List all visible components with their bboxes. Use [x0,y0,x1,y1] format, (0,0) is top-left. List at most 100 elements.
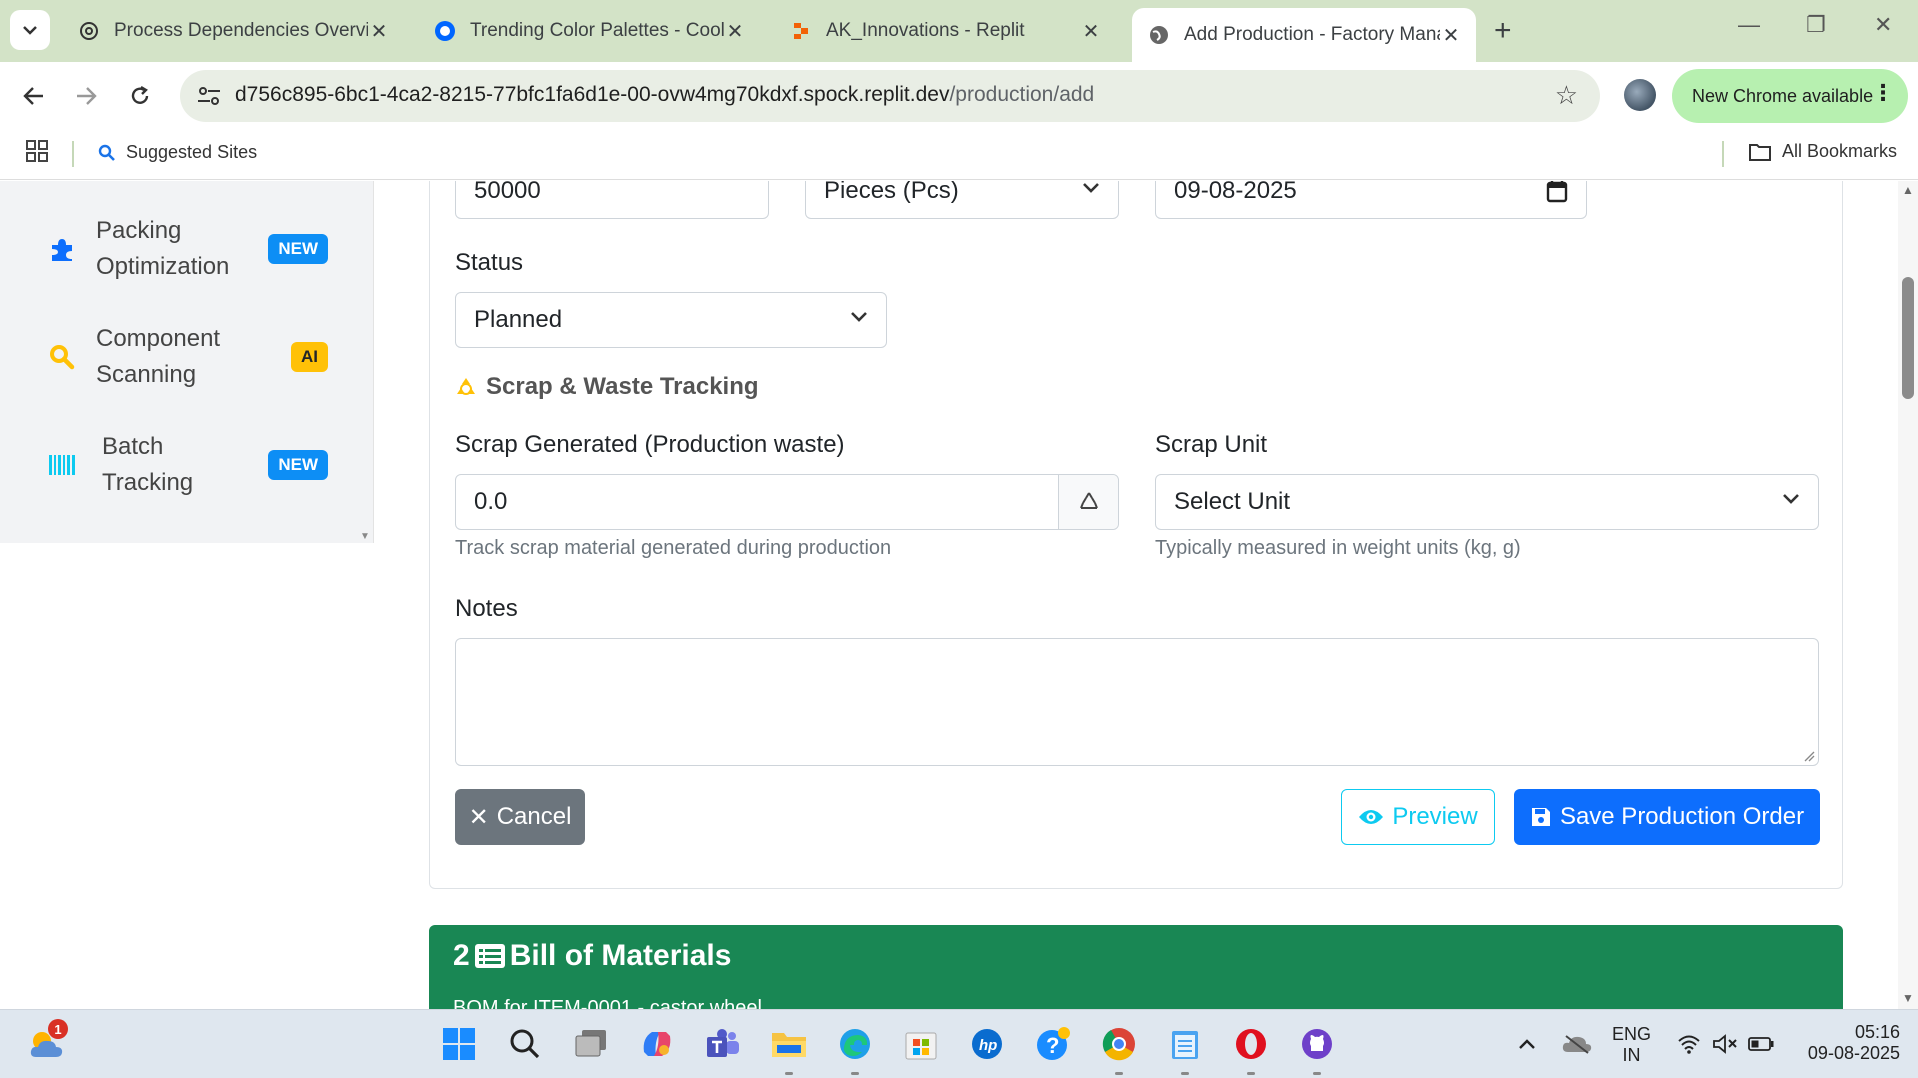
running-indicator [1181,1072,1189,1075]
running-indicator [1115,1072,1123,1075]
hp-icon[interactable]: hp [968,1025,1006,1063]
tab-replit[interactable]: AK_Innovations - Replit ✕ [774,8,1116,54]
bookmark-star-icon[interactable]: ☆ [1555,80,1578,111]
sidebar-scroll-down-icon[interactable]: ▼ [360,531,370,542]
notes-textarea[interactable] [455,638,1819,766]
site-settings-icon[interactable] [196,84,222,108]
teams-icon[interactable] [704,1025,742,1063]
chevron-up-icon[interactable] [1508,1025,1546,1063]
reload-button[interactable] [120,76,160,116]
cancel-button[interactable]: ✕ Cancel [455,789,585,845]
wifi-icon[interactable] [1670,1025,1708,1063]
copilot-icon[interactable] [638,1025,676,1063]
onedrive-icon[interactable] [1558,1025,1596,1063]
chevron-down-icon [1083,183,1099,193]
date-value: 09-08-2025 [1174,181,1297,204]
search-icon[interactable] [506,1025,544,1063]
bom-subtitle: BOM for ITEM-0001 - castor wheel [453,997,762,1009]
tab-title: Trending Color Palettes - Coolors [470,20,724,41]
opera-icon[interactable] [1232,1025,1270,1063]
all-bookmarks-button[interactable]: All Bookmarks [1748,141,1897,162]
forward-button[interactable] [66,76,106,116]
search-icon [48,343,84,371]
github-icon[interactable] [1298,1025,1336,1063]
tab-search-button[interactable] [10,10,50,50]
close-icon[interactable]: ✕ [1080,19,1102,44]
divider [72,141,74,167]
clock-time: 05:16 [1854,1022,1900,1042]
calendar-icon[interactable] [1546,181,1568,203]
scrap-unit-label: Scrap Unit [1155,431,1268,458]
chevron-down-icon [23,26,37,35]
sidebar-item-label: Component [96,325,221,352]
scrollbar-thumb[interactable] [1902,277,1914,399]
resize-handle-icon[interactable] [1803,750,1815,762]
page-scrollbar[interactable]: ▲ ▼ [1898,181,1918,1009]
all-bookmarks-label: All Bookmarks [1782,141,1898,161]
close-window-button[interactable]: ✕ [1874,12,1892,38]
minimize-button[interactable]: — [1738,12,1760,38]
back-button[interactable] [14,76,54,116]
close-icon[interactable]: ✕ [1440,23,1462,48]
task-view-icon[interactable] [572,1025,610,1063]
folder-icon [1749,143,1771,161]
system-clock[interactable]: 05:16 09-08-2025 [1790,1022,1900,1064]
chrome-update-button[interactable]: New Chrome available ⋮ [1672,69,1908,123]
sidebar-item-label: Batch [102,433,164,460]
save-production-order-button[interactable]: Save Production Order [1514,789,1820,845]
profile-avatar[interactable] [1624,79,1656,111]
volume-muted-icon[interactable] [1706,1025,1744,1063]
preview-button[interactable]: Preview [1341,789,1495,845]
sidebar-item-packing-optimization[interactable]: Packing Optimization NEW [48,209,328,289]
more-menu-icon[interactable]: ⋮ [1872,80,1894,106]
tab-title: Add Production - Factory Management [1184,24,1440,45]
apps-grid-icon[interactable] [26,140,48,167]
bom-title-label: Bill of Materials [509,939,732,972]
close-icon[interactable]: ✕ [368,19,390,44]
new-tab-button[interactable]: + [1494,14,1512,48]
notes-label: Notes [455,595,518,622]
status-label: Status [455,249,524,276]
sidebar-item-label: Scanning [96,361,197,388]
status-select[interactable]: Planned [455,292,887,348]
url-host: d756c895-6bc1-4ca2-8215-77bfc1fa6d1e-00-… [235,83,950,106]
address-bar[interactable]: d756c895-6bc1-4ca2-8215-77bfc1fa6d1e-00-… [180,70,1600,122]
battery-icon[interactable] [1742,1025,1780,1063]
replit-icon [790,20,812,42]
chrome-icon[interactable] [1100,1025,1138,1063]
notepad-icon[interactable] [1166,1025,1204,1063]
quantity-input[interactable]: 50000 [455,181,769,219]
sidebar-item-label: Tracking [102,469,194,496]
scrap-generated-input[interactable]: 0.0 [455,474,1119,530]
file-explorer-icon[interactable] [770,1025,808,1063]
eye-icon [1359,810,1384,824]
sidebar-item-component-scanning[interactable]: Component Scanning AI [48,317,328,397]
bookmark-suggested-sites[interactable]: Suggested Sites [98,142,257,163]
recycle-icon [457,378,475,395]
scroll-down-icon[interactable]: ▼ [1902,991,1914,1005]
close-icon[interactable]: ✕ [724,19,746,44]
scrap-unit-select[interactable]: Select Unit [1155,474,1819,530]
browser-tab-strip: Process Dependencies Overview ✕ Trending… [0,0,1918,62]
language-indicator[interactable]: ENG IN [1612,1024,1651,1066]
edge-icon[interactable] [836,1025,874,1063]
tab-process-dependencies[interactable]: Process Dependencies Overview ✕ [62,8,404,54]
tab-coolors[interactable]: Trending Color Palettes - Coolors ✕ [418,8,760,54]
microsoft-store-icon[interactable] [902,1025,940,1063]
scroll-up-icon[interactable]: ▲ [1902,183,1914,197]
save-label: Save Production Order [1559,803,1805,830]
divider [1722,141,1724,167]
url-text: d756c895-6bc1-4ca2-8215-77bfc1fa6d1e-00-… [235,83,1094,107]
windows-taskbar: 1 hp ? ENG IN 05:16 09-08-2025 [0,1009,1918,1078]
sidebar-item-batch-tracking[interactable]: Batch Tracking NEW [48,425,328,505]
cancel-label: Cancel [496,803,572,830]
tab-add-production[interactable]: Add Production - Factory Management ✕ [1132,8,1476,62]
scrap-unit-value: Select Unit [1174,488,1291,515]
windows-start-icon[interactable] [440,1025,478,1063]
help-icon[interactable]: ? [1034,1025,1072,1063]
restore-button[interactable]: ❐ [1806,12,1826,38]
running-indicator [1247,1072,1255,1075]
unit-select[interactable]: Pieces (Pcs) [805,181,1119,219]
date-input[interactable]: 09-08-2025 [1155,181,1587,219]
tab-title: AK_Innovations - Replit [826,20,1025,41]
